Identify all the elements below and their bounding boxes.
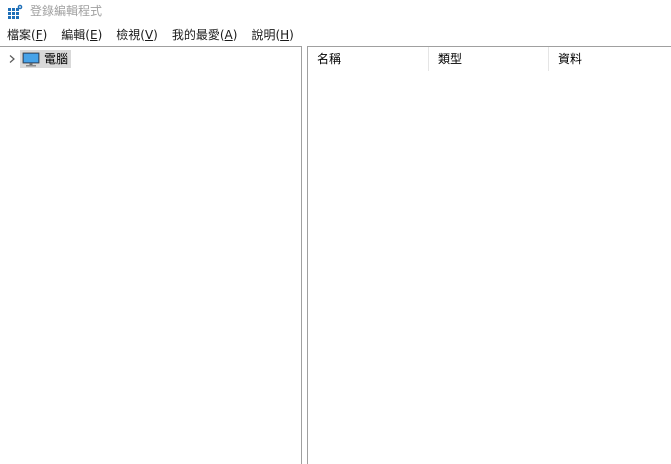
- column-headers: 名稱 類型 資料: [308, 47, 671, 71]
- computer-icon: [22, 52, 40, 66]
- window-title: 登錄編輯程式: [30, 4, 103, 18]
- tree-view[interactable]: 電腦: [0, 46, 302, 464]
- title-bar[interactable]: 登錄編輯程式: [0, 0, 671, 24]
- column-header-name[interactable]: 名稱: [308, 47, 429, 71]
- tree-node-computer[interactable]: 電腦: [6, 50, 72, 68]
- menu-file[interactable]: 檔案(F): [0, 26, 54, 44]
- menu-edit[interactable]: 編輯(E): [54, 26, 109, 44]
- value-list-view[interactable]: 名稱 類型 資料: [307, 46, 671, 464]
- tree-node-label: 電腦: [44, 52, 69, 66]
- menu-bar: 檔案(F) 編輯(E) 檢視(V) 我的最愛(A) 說明(H): [0, 26, 671, 44]
- column-header-type[interactable]: 類型: [429, 47, 549, 71]
- menu-view[interactable]: 檢視(V): [109, 26, 165, 44]
- tree-node-selection[interactable]: 電腦: [20, 50, 72, 68]
- registry-editor-icon: [8, 4, 23, 19]
- menu-help[interactable]: 說明(H): [244, 26, 300, 44]
- regedit-window: 登錄編輯程式 檔案(F) 編輯(E) 檢視(V) 我的最愛(A) 說明(H) 電…: [0, 0, 671, 464]
- menu-favorites[interactable]: 我的最愛(A): [165, 26, 245, 44]
- column-header-data[interactable]: 資料: [549, 47, 670, 71]
- expand-chevron-icon[interactable]: [6, 50, 18, 68]
